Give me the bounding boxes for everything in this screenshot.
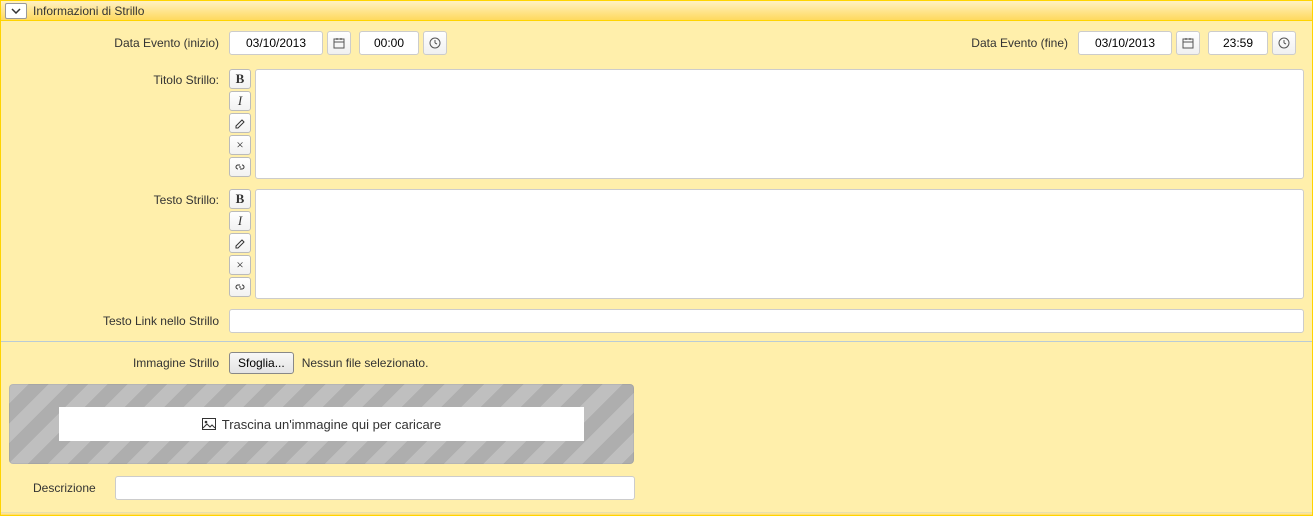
highlight-button[interactable]: [229, 233, 251, 253]
date-start-group: [229, 31, 447, 55]
image-label: Immagine Strillo: [9, 356, 229, 370]
clock-icon: [429, 37, 441, 49]
titolo-label: Titolo Strillo:: [9, 69, 229, 87]
panel-footer-border: [1, 512, 1312, 515]
link-icon: [234, 161, 246, 173]
description-row: Descrizione: [9, 476, 1304, 500]
clock-icon: [1278, 37, 1290, 49]
dropzone-text: Trascina un'immagine qui per caricare: [222, 417, 441, 432]
link-icon: [234, 281, 246, 293]
date-start-input[interactable]: [229, 31, 323, 55]
titolo-row: Titolo Strillo: B I ×: [9, 69, 1304, 179]
link-text-input[interactable]: [229, 309, 1304, 333]
clear-button[interactable]: ×: [229, 255, 251, 275]
link-text-row: Testo Link nello Strillo: [9, 309, 1304, 333]
calendar-icon: [333, 37, 345, 49]
strillo-panel: Informazioni di Strillo Data Evento (ini…: [0, 0, 1313, 516]
image-row: Immagine Strillo Sfoglia... Nessun file …: [9, 352, 1304, 374]
dropzone-inner: Trascina un'immagine qui per caricare: [59, 407, 584, 441]
calendar-button-start[interactable]: [327, 31, 351, 55]
link-button[interactable]: [229, 277, 251, 297]
clock-button-end[interactable]: [1272, 31, 1296, 55]
titolo-textarea[interactable]: [255, 69, 1304, 179]
bold-button[interactable]: B: [229, 189, 251, 209]
image-dropzone[interactable]: Trascina un'immagine qui per caricare: [9, 384, 634, 464]
collapse-button[interactable]: [5, 3, 27, 19]
date-end-input[interactable]: [1078, 31, 1172, 55]
divider: [1, 341, 1312, 342]
testo-textarea[interactable]: [255, 189, 1304, 299]
date-end-group: [1078, 31, 1296, 55]
browse-button[interactable]: Sfoglia...: [229, 352, 294, 374]
italic-button[interactable]: I: [229, 91, 251, 111]
highlight-button[interactable]: [229, 113, 251, 133]
testo-label: Testo Strillo:: [9, 189, 229, 207]
italic-button[interactable]: I: [229, 211, 251, 231]
date-start-label: Data Evento (inizio): [9, 36, 229, 50]
chevron-down-icon: [11, 8, 21, 14]
calendar-icon: [1182, 37, 1194, 49]
panel-title: Informazioni di Strillo: [33, 4, 144, 18]
titolo-editor: B I ×: [229, 69, 1304, 179]
date-end-label: Data Evento (fine): [878, 36, 1078, 50]
highlighter-icon: [234, 117, 246, 129]
testo-toolbar: B I ×: [229, 189, 251, 299]
link-button[interactable]: [229, 157, 251, 177]
panel-header: Informazioni di Strillo: [1, 1, 1312, 21]
calendar-button-end[interactable]: [1176, 31, 1200, 55]
time-end-input[interactable]: [1208, 31, 1268, 55]
clock-button-start[interactable]: [423, 31, 447, 55]
titolo-toolbar: B I ×: [229, 69, 251, 179]
link-text-label: Testo Link nello Strillo: [9, 314, 229, 328]
time-start-input[interactable]: [359, 31, 419, 55]
testo-row: Testo Strillo: B I ×: [9, 189, 1304, 299]
testo-editor: B I ×: [229, 189, 1304, 299]
clear-button[interactable]: ×: [229, 135, 251, 155]
description-input[interactable]: [115, 476, 635, 500]
image-icon: [202, 418, 216, 430]
file-status: Nessun file selezionato.: [302, 356, 429, 370]
bold-button[interactable]: B: [229, 69, 251, 89]
date-row: Data Evento (inizio) Data Evento (fine): [9, 31, 1304, 55]
highlighter-icon: [234, 237, 246, 249]
description-label: Descrizione: [9, 481, 115, 495]
panel-body: Data Evento (inizio) Data Evento (fine): [1, 21, 1312, 512]
